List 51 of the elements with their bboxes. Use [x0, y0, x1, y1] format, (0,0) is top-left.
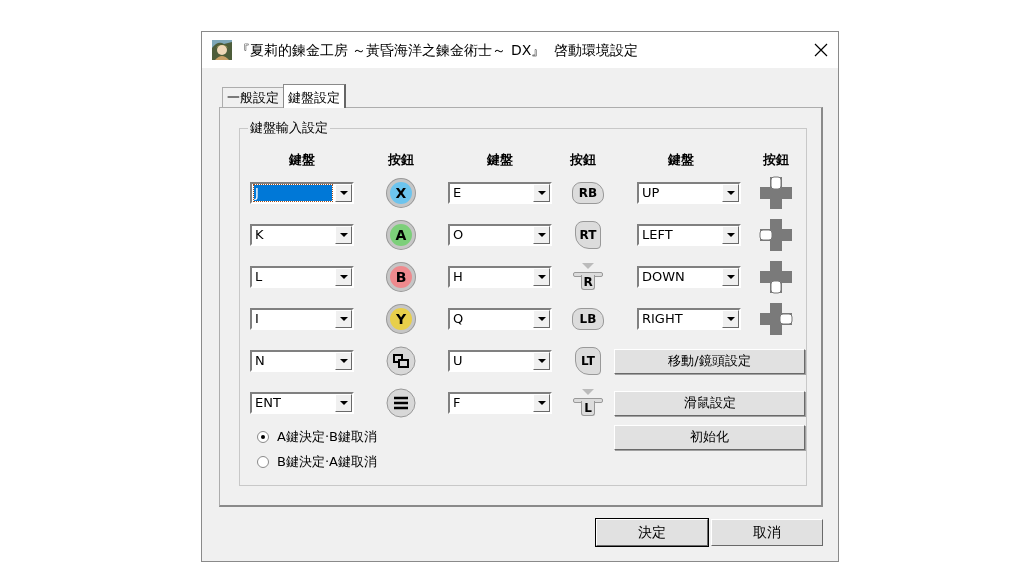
column-header: 按鈕	[570, 151, 596, 170]
face-button-icon: Y	[387, 305, 415, 333]
dialog-button[interactable]: 決定	[596, 519, 708, 546]
dropdown[interactable]: Q	[448, 308, 552, 330]
dialog-button[interactable]: 取消	[711, 519, 823, 546]
dpad-icon	[759, 176, 793, 210]
radio-button[interactable]	[257, 431, 269, 443]
dropdown[interactable]: I	[250, 308, 354, 330]
radio-label[interactable]: A鍵決定·B鍵取消	[277, 427, 377, 447]
face-button-icon: A	[387, 221, 415, 249]
tab[interactable]: 鍵盤設定	[283, 84, 346, 108]
settings-button[interactable]: 初始化	[614, 424, 805, 450]
face-button-icon: X	[387, 179, 415, 207]
dropdown[interactable]: O	[448, 224, 552, 246]
column-header: 鍵盤	[667, 151, 694, 170]
dpad-icon	[759, 218, 793, 252]
dropdown[interactable]: J	[250, 182, 354, 204]
dropdown[interactable]: ENT	[250, 392, 354, 414]
app-icon	[212, 40, 232, 60]
dropdown[interactable]: K	[250, 224, 354, 246]
menu-button-icon	[386, 388, 416, 418]
dropdown[interactable]: L	[250, 266, 354, 288]
trigger-icon: LT	[575, 347, 601, 375]
bumper-icon: LB	[572, 308, 604, 330]
group-title: 鍵盤輸入設定	[248, 120, 330, 136]
view-button-icon	[386, 346, 416, 376]
trigger-icon: RT	[575, 221, 601, 249]
dropdown[interactable]: E	[448, 182, 552, 204]
dropdown[interactable]: UP	[637, 182, 741, 204]
window-title: 『夏莉的鍊金工房 ～黃昏海洋之鍊金術士～ DX』 啓動環境設定	[236, 40, 639, 60]
column-header: 鍵盤	[487, 151, 513, 170]
settings-button[interactable]: 滑鼠設定	[614, 390, 805, 416]
column-header: 鍵盤	[289, 151, 315, 170]
dpad-icon	[759, 260, 793, 294]
radio-label[interactable]: B鍵決定·A鍵取消	[277, 452, 377, 472]
dropdown[interactable]: H	[448, 266, 552, 288]
radio-button[interactable]	[257, 456, 269, 468]
face-button-icon: B	[387, 263, 415, 291]
close-icon[interactable]	[814, 43, 828, 57]
dropdown[interactable]: U	[448, 350, 552, 372]
dropdown[interactable]: LEFT	[637, 224, 741, 246]
column-header: 按鈕	[388, 151, 414, 170]
dropdown[interactable]: N	[250, 350, 354, 372]
settings-button[interactable]: 移動/鏡頭設定	[614, 348, 805, 374]
bumper-icon: RB	[572, 182, 604, 204]
tab[interactable]: 一般設定	[222, 87, 284, 107]
dropdown[interactable]: RIGHT	[637, 308, 741, 330]
dropdown[interactable]: F	[448, 392, 552, 414]
column-header: 按鈕	[763, 151, 789, 170]
dropdown[interactable]: DOWN	[637, 266, 741, 288]
dpad-icon	[759, 302, 793, 336]
